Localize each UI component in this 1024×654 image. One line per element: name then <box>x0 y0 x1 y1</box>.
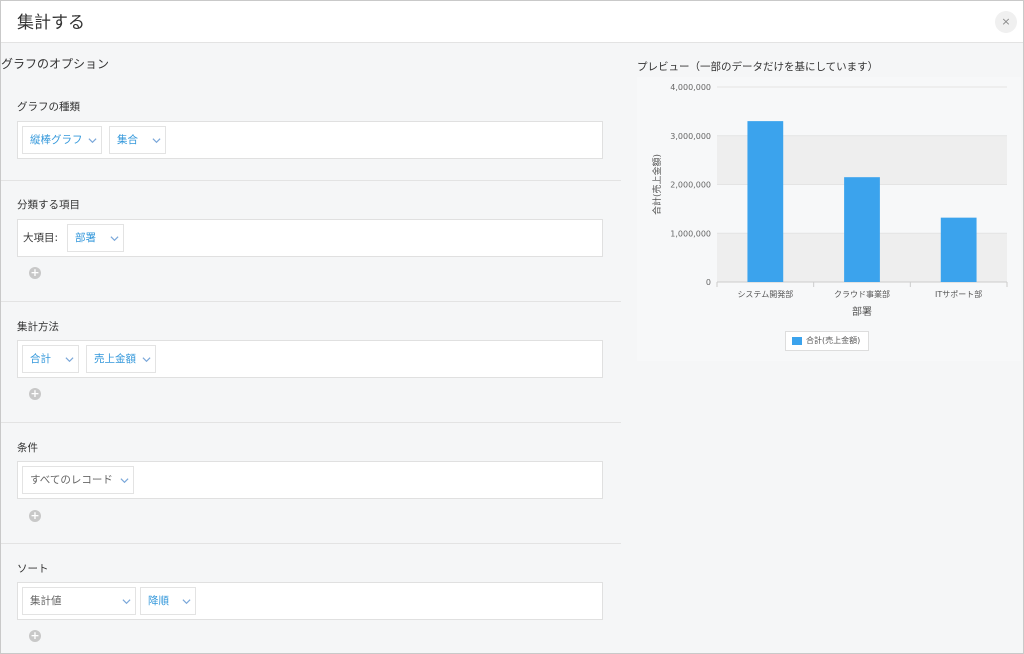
aggregation-box: 合計 売上金額 <box>17 340 603 378</box>
category-label: 分類する項目 <box>17 199 80 211</box>
chart-legend[interactable]: 合計(売上金額) <box>785 331 869 351</box>
department-dropdown[interactable]: 部署 <box>67 224 124 252</box>
y-axis-title: 合計(売上金額) <box>651 154 663 215</box>
section-divider <box>1 422 621 423</box>
bar <box>940 217 977 282</box>
legend-swatch <box>792 337 802 345</box>
add-aggregation-button[interactable]: + <box>29 388 41 400</box>
condition-value: すべてのレコード <box>30 474 113 486</box>
sort-key-dropdown[interactable]: 集計値 <box>22 587 136 615</box>
chevron-down-icon <box>65 357 74 363</box>
chevron-down-icon <box>122 599 131 605</box>
graph-type-label: グラフの種類 <box>17 101 80 113</box>
y-tick-label: 4,000,000 <box>670 83 711 92</box>
x-tick-label: システム開発部 <box>737 289 793 299</box>
add-category-button[interactable]: + <box>29 267 41 279</box>
chevron-down-icon <box>110 236 119 242</box>
chevron-down-icon <box>88 138 97 144</box>
aggregation-field-value: 売上金額 <box>94 353 136 365</box>
bar <box>747 121 784 282</box>
sort-key-value: 集計値 <box>30 595 62 607</box>
sort-order-dropdown[interactable]: 降順 <box>140 587 196 615</box>
chart-type-dropdown[interactable]: 縦棒グラフ <box>22 126 102 154</box>
bar-chart: 0 1,000,000 2,000,000 3,000,000 4,000,000 システ… <box>651 83 1008 318</box>
aggregation-field-dropdown[interactable]: 売上金額 <box>86 345 156 373</box>
preview-title: プレビュー（一部のデータだけを基にしています） <box>637 61 879 73</box>
dialog-title: 集計する <box>17 13 85 33</box>
graph-options-title: グラフのオプション <box>1 57 110 71</box>
legend-label: 合計(売上金額) <box>806 336 861 345</box>
aggregation-label: 集計方法 <box>17 321 59 333</box>
chart-mode-dropdown[interactable]: 集合 <box>109 126 166 154</box>
department-value: 部署 <box>75 232 96 244</box>
major-item-label: 大項目: <box>23 232 59 244</box>
y-tick-label: 0 <box>706 278 711 287</box>
chevron-down-icon <box>182 599 191 605</box>
bar <box>844 177 880 282</box>
section-divider <box>1 180 621 181</box>
sort-order-value: 降順 <box>148 595 169 607</box>
x-tick-label: クラウド事業部 <box>834 289 890 299</box>
condition-label: 条件 <box>17 442 38 454</box>
x-tick-label: ITサポート部 <box>935 289 982 299</box>
y-tick-label: 3,000,000 <box>670 132 711 141</box>
x-axis-title: 部署 <box>852 305 872 318</box>
condition-box: すべてのレコード <box>17 461 603 499</box>
graph-type-box: 縦棒グラフ 集合 <box>17 121 603 159</box>
section-divider <box>1 543 621 544</box>
chart-type-value: 縦棒グラフ <box>30 134 83 146</box>
add-condition-button[interactable]: + <box>29 510 41 522</box>
y-tick-label: 1,000,000 <box>670 229 711 238</box>
aggregation-method-value: 合計 <box>30 353 51 365</box>
sort-box: 集計値 降順 <box>17 582 603 620</box>
chevron-down-icon <box>120 478 129 484</box>
dialog-header: 集計する × <box>1 1 1023 43</box>
category-box: 大項目: 部署 <box>17 219 603 257</box>
add-sort-button[interactable]: + <box>29 630 41 642</box>
y-tick-label: 2,000,000 <box>670 181 711 190</box>
section-divider <box>1 301 621 302</box>
aggregation-method-dropdown[interactable]: 合計 <box>22 345 79 373</box>
chevron-down-icon <box>142 357 151 363</box>
chevron-down-icon <box>152 138 161 144</box>
chart-mode-value: 集合 <box>117 134 138 146</box>
condition-dropdown[interactable]: すべてのレコード <box>22 466 134 494</box>
sort-label: ソート <box>17 563 49 575</box>
close-button[interactable]: × <box>995 11 1017 33</box>
aggregate-dialog: 集計する × グラフのオプション グラフの種類 縦棒グラフ 集合 分類する項目 … <box>0 0 1024 654</box>
